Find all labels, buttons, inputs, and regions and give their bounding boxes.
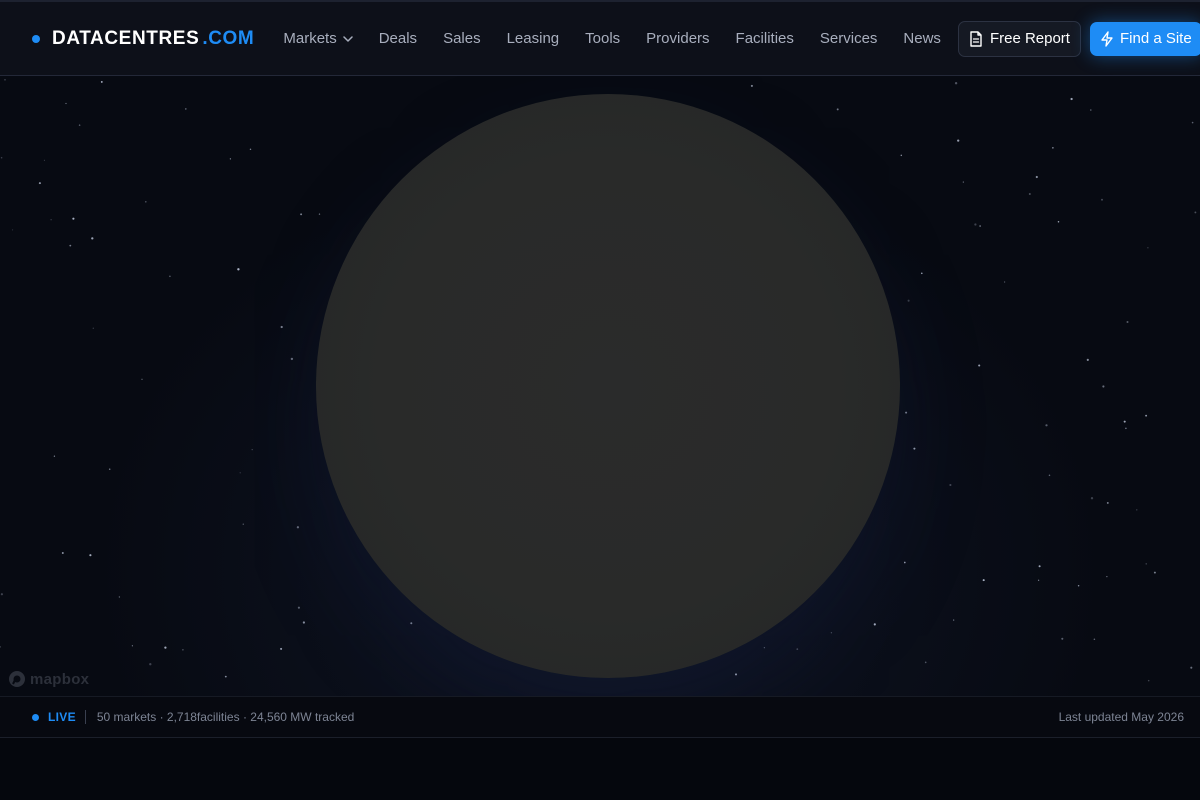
nav-item-news[interactable]: News [890,30,954,47]
free-report-label: Free Report [989,30,1070,47]
brand-name: DATACENTRES [52,27,200,49]
nav-item-deals[interactable]: Deals [366,30,430,47]
mapbox-label: mapbox [30,670,90,688]
nav-item-label: Tools [585,30,621,47]
tracking-stats: 50 markets · 2,718facilities · 24,560 MW… [96,710,355,724]
nav-item-label: Services [819,30,878,47]
find-a-site-label: Find a Site [1119,30,1192,47]
nav-item-tools[interactable]: Tools [572,30,633,47]
nav-item-label: Facilities [735,30,794,47]
nav-item-providers[interactable]: Providers [633,30,722,47]
find-a-site-button[interactable]: Find a Site [1089,21,1200,56]
nav-item-markets[interactable]: Markets [270,30,365,47]
globe-map[interactable]: mapbox [0,76,1200,696]
page-bottom [0,738,1200,800]
status-bar: LIVE 50 markets · 2,718facilities · 24,5… [0,696,1200,738]
nav-item-label: Deals [378,30,418,47]
top-navbar: DATACENTRES .COM Markets Deals Sales Lea… [0,0,1200,76]
nav-item-label: Sales [443,30,481,47]
brand-dot-icon [32,34,40,43]
nav-item-services[interactable]: Services [807,30,891,47]
nav-item-facilities[interactable]: Facilities [723,30,807,47]
nav-item-label: Markets [283,30,337,47]
free-report-button[interactable]: Free Report [957,20,1081,57]
chevron-down-icon [342,35,353,42]
lightning-icon [1100,30,1114,47]
brand-logo[interactable]: DATACENTRES .COM [32,28,254,50]
document-icon [969,30,983,47]
nav-item-label: Leasing [506,30,560,47]
mapbox-attribution[interactable]: mapbox [8,670,89,688]
live-indicator-icon [32,713,39,721]
last-updated: Last updated May 2026 [1058,710,1184,724]
nav-item-leasing[interactable]: Leasing [494,30,573,47]
nav-item-sales[interactable]: Sales [430,30,494,47]
divider [84,710,86,724]
nav-item-label: Providers [646,30,710,47]
nav-item-label: News [903,30,941,47]
brand-tld: .COM [202,27,255,49]
live-label: LIVE [48,710,76,724]
earth-globe[interactable] [316,94,900,678]
main-nav: Markets Deals Sales Leasing Tools Provid… [270,30,954,47]
mapbox-icon [8,670,26,688]
